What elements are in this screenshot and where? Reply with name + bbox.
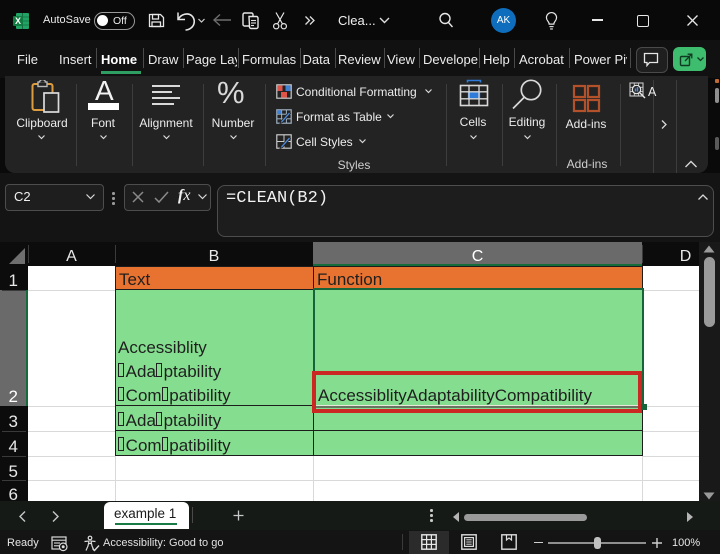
svg-text:X: X xyxy=(15,16,21,26)
